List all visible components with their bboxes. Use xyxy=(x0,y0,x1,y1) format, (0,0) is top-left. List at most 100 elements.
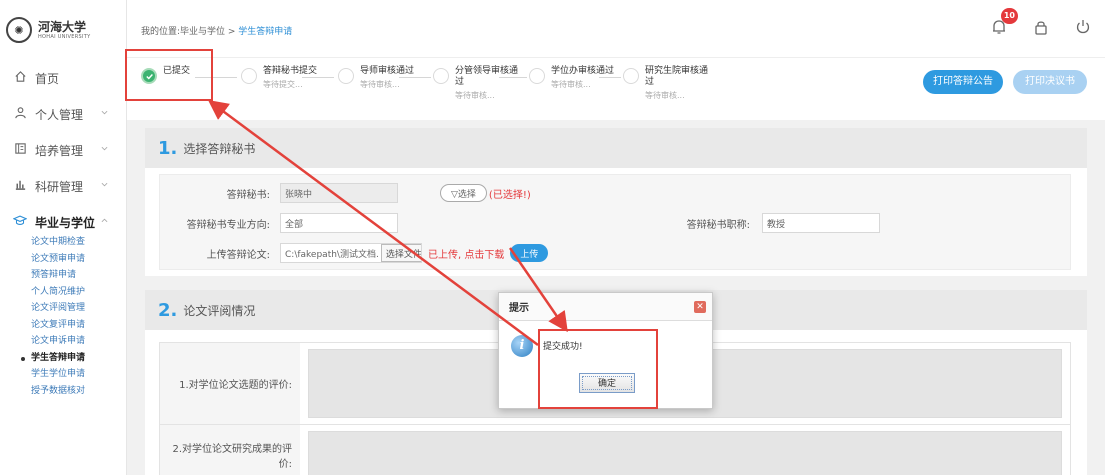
upload-label: 上传答辩论文: xyxy=(206,249,270,261)
breadcrumb: 我的位置:毕业与学位 > 学生答辩申请 xyxy=(141,24,292,37)
step-connector xyxy=(302,77,334,78)
logo-name-cn: 河海大学 xyxy=(38,19,87,34)
subnav-item[interactable]: 论文预审申请 xyxy=(31,251,126,268)
review-textarea[interactable] xyxy=(308,431,1062,475)
chevron-up-icon xyxy=(101,218,108,223)
step-title: 学位办审核通过 xyxy=(551,66,615,76)
sidebar-item-research[interactable]: 科研管理 xyxy=(0,168,126,204)
chevron-down-icon xyxy=(101,182,108,187)
select-secretary-button[interactable]: ▽选择 xyxy=(440,184,487,202)
step-status: 等待审核... xyxy=(551,80,591,89)
home-icon xyxy=(13,70,27,87)
print-notice-button[interactable]: 打印答辩公告 xyxy=(923,70,1003,94)
secretary-title-field[interactable]: 教授 xyxy=(762,213,880,233)
breadcrumb-current: 学生答辩申请 xyxy=(238,27,293,37)
sidebar-nav: 首页 个人管理 培养管理 科研管理 毕业与学位 xyxy=(0,60,126,240)
step-status: 等待审核... xyxy=(455,91,495,100)
step-circle-icon xyxy=(241,68,257,84)
dialog-title: 提示 xyxy=(509,303,529,314)
step-graduate-school-approve: 研究生院审核通过 等待审核... xyxy=(623,66,715,101)
print-resolution-button[interactable]: 打印决议书 xyxy=(1013,70,1087,94)
step-circle-icon xyxy=(338,68,354,84)
graduation-cap-icon xyxy=(12,214,28,231)
sidebar-subnav: 论文中期检查 论文预审申请 预答辩申请 个人简况维护 论文评阅管理 论文复评申请… xyxy=(0,234,126,399)
lock-icon[interactable] xyxy=(1031,17,1051,37)
approval-progress: 已提交 答辩秘书提交 等待提交... 导师审核通过 等待审核... 分管领导审核… xyxy=(127,58,1105,120)
review-row-label: 2.对学位论文研究成果的评价: xyxy=(160,425,300,475)
subnav-item[interactable]: 个人简况维护 xyxy=(31,284,126,301)
subnav-item[interactable]: 论文申诉申请 xyxy=(31,333,126,350)
book-icon xyxy=(13,142,27,159)
table-row: 2.对学位论文研究成果的评价: xyxy=(160,425,1070,475)
top-bar: 我的位置:毕业与学位 > 学生答辩申请 10 xyxy=(127,0,1105,58)
sidebar-item-label: 个人管理 xyxy=(35,107,84,122)
sidebar-item-personal[interactable]: 个人管理 xyxy=(0,96,126,132)
top-icons: 10 xyxy=(989,8,1093,37)
upload-button[interactable]: 上传 xyxy=(510,244,549,262)
step-connector xyxy=(499,77,527,78)
step-status: 等待提交... xyxy=(263,80,303,89)
step-circle-icon xyxy=(529,68,545,84)
user-icon xyxy=(13,106,27,123)
review-row-label: 1.对学位论文选题的评价: xyxy=(160,343,300,424)
file-path-text: C:\fakepath\测试文档. xyxy=(285,249,379,260)
section-header: 1. 选择答辩秘书 xyxy=(145,128,1087,168)
university-logo[interactable]: ✺ 河海大学 HOHAI UNIVERSITY xyxy=(0,0,126,60)
annotation-box-submitted xyxy=(125,49,213,101)
close-icon[interactable]: ✕ xyxy=(694,301,706,313)
step-circle-icon xyxy=(623,68,639,84)
step-degree-office-approve: 学位办审核通过 等待审核... xyxy=(529,66,614,90)
notification-badge: 10 xyxy=(1000,8,1018,24)
major-label: 答辩秘书专业方向: xyxy=(186,219,270,231)
step-advisor-approve: 导师审核通过 等待审核... xyxy=(338,66,414,90)
breadcrumb-prefix[interactable]: 我的位置:毕业与学位 > xyxy=(141,27,238,37)
sidebar-item-label: 毕业与学位 xyxy=(35,215,96,230)
step-status: 等待审核... xyxy=(645,91,685,100)
power-icon[interactable] xyxy=(1073,17,1093,37)
subnav-item-current[interactable]: 学生答辩申请 xyxy=(21,350,126,367)
chevron-down-icon xyxy=(101,110,108,115)
upload-download-link[interactable]: 已上传, 点击下载 xyxy=(428,246,504,261)
step-circle-icon xyxy=(433,68,449,84)
sidebar-item-home[interactable]: 首页 xyxy=(0,60,126,96)
step-title: 答辩秘书提交 xyxy=(263,66,318,76)
sidebar-item-training[interactable]: 培养管理 xyxy=(0,132,126,168)
step-status: 等待审核... xyxy=(360,80,400,89)
logo-name-en: HOHAI UNIVERSITY xyxy=(38,33,91,40)
secretary-form: 答辩秘书: 张晓中 ▽选择 (已选择!) 答辩秘书专业方向: 全部 答辩秘书职称… xyxy=(159,174,1071,270)
info-icon: i xyxy=(511,335,533,357)
section-select-secretary: 1. 选择答辩秘书 答辩秘书: 张晓中 ▽选择 (已选择!) 答辩秘书专业方向:… xyxy=(145,128,1087,276)
subnav-item[interactable]: 论文评阅管理 xyxy=(31,300,126,317)
sidebar-item-label: 科研管理 xyxy=(35,179,84,194)
subnav-item[interactable]: 论文中期检查 xyxy=(31,234,126,251)
dialog-header: 提示 ✕ xyxy=(499,293,712,321)
subnav-item[interactable]: 学生学位申请 xyxy=(31,366,126,383)
selected-status: (已选择!) xyxy=(488,189,531,201)
secretary-label: 答辩秘书: xyxy=(226,189,270,201)
file-path-field[interactable]: C:\fakepath\测试文档. 选择文件 xyxy=(280,243,422,263)
subnav-item[interactable]: 论文复评申请 xyxy=(31,317,126,334)
subnav-item[interactable]: 预答辩申请 xyxy=(31,267,126,284)
secretary-row: 答辩秘书: 张晓中 ▽选择 (已选择!) xyxy=(160,181,531,205)
step-title: 导师审核通过 xyxy=(360,66,415,76)
sidebar-item-label: 首页 xyxy=(35,71,60,86)
step-connector xyxy=(399,77,431,78)
secretary-field[interactable]: 张晓中 xyxy=(280,183,398,203)
step-leader-approve: 分管领导审核通过 等待审核... xyxy=(433,66,525,101)
notification-bell-icon[interactable]: 10 xyxy=(989,8,1018,37)
step-title: 研究生院审核通过 xyxy=(645,66,709,87)
section-title: 论文评阅情况 xyxy=(183,303,256,318)
choose-file-button[interactable]: 选择文件 xyxy=(380,244,421,262)
step-secretary-submit: 答辩秘书提交 等待提交... xyxy=(241,66,317,90)
secretary-title-label: 答辩秘书职称: xyxy=(686,219,750,231)
major-row: 答辩秘书专业方向: 全部 xyxy=(160,211,398,235)
subnav-item[interactable]: 授予数据核对 xyxy=(31,383,126,400)
chevron-down-icon xyxy=(101,146,108,151)
section-number: 2. xyxy=(158,299,178,321)
major-field[interactable]: 全部 xyxy=(280,213,398,233)
annotation-box-dialog xyxy=(538,329,658,409)
university-emblem-icon: ✺ xyxy=(6,17,32,43)
title-row: 答辩秘书职称: 教授 xyxy=(630,211,880,235)
chart-icon xyxy=(13,178,27,195)
upload-row: 上传答辩论文: C:\fakepath\测试文档. 选择文件 已上传, 点击下载… xyxy=(160,241,549,265)
